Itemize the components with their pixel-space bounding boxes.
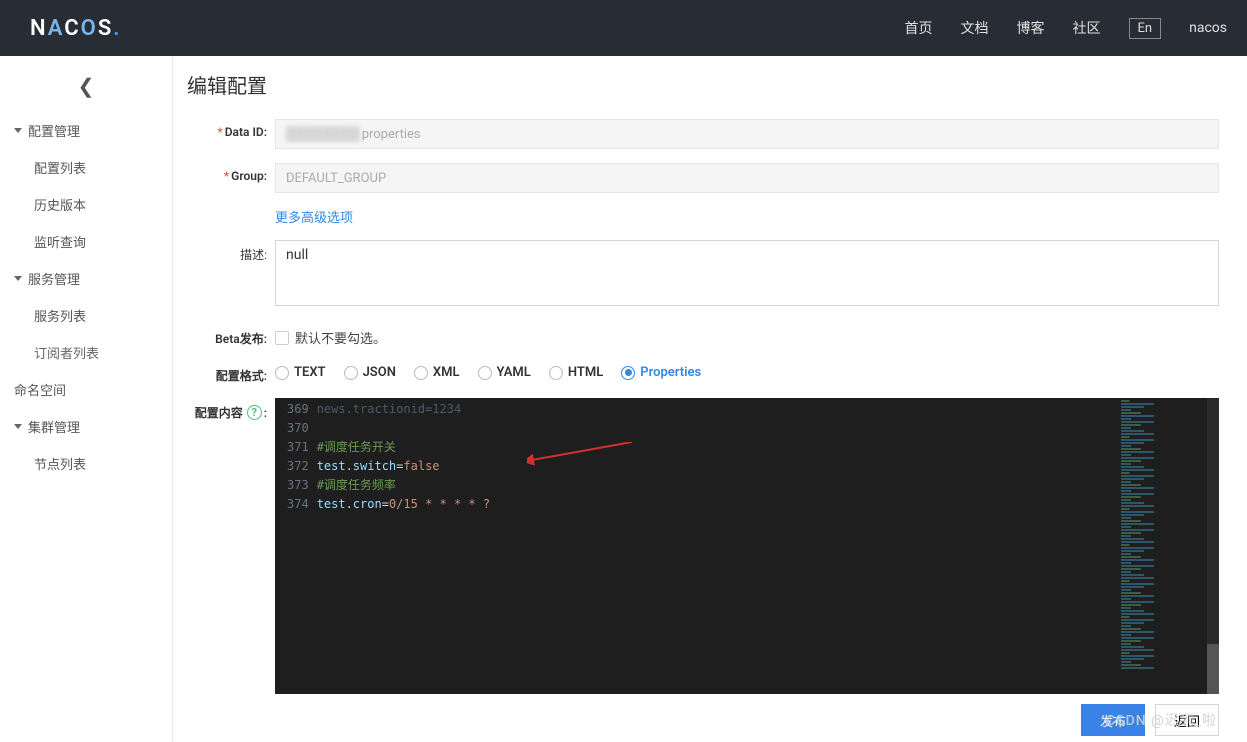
scrollbar-thumb[interactable] <box>1207 644 1219 694</box>
footer-buttons: 发布 返回 <box>1081 704 1219 736</box>
user-label[interactable]: nacos <box>1189 20 1227 36</box>
format-yaml[interactable]: YAML <box>478 365 531 380</box>
format-label: 配置格式: <box>187 361 267 384</box>
page-title: 编辑配置 <box>187 70 1219 99</box>
sidebar-group-config[interactable]: 配置管理 <box>0 112 172 149</box>
group-input: DEFAULT_GROUP <box>275 163 1219 193</box>
data-id-label: *Data ID: <box>187 119 267 139</box>
help-icon[interactable]: ? <box>247 405 262 420</box>
main-content: 编辑配置 *Data ID: ████████properties *Group… <box>173 56 1247 742</box>
editor-gutter: 369370371372373374 <box>275 398 317 694</box>
sidebar-item-nodes[interactable]: 节点列表 <box>0 445 172 482</box>
desc-label: 描述: <box>187 240 267 263</box>
sidebar-collapse[interactable]: ❮ <box>0 64 172 112</box>
sidebar-item-listen[interactable]: 监听查询 <box>0 223 172 260</box>
format-html[interactable]: HTML <box>549 365 603 380</box>
more-options-link[interactable]: 更多高级选项 <box>275 211 353 226</box>
editor-minimap[interactable] <box>1117 398 1207 694</box>
group-label: *Group: <box>187 163 267 183</box>
code-editor[interactable]: 369370371372373374 news.tractionid=1234 … <box>275 398 1219 694</box>
nav-docs[interactable]: 文档 <box>961 18 989 38</box>
header-nav: 首页 文档 博客 社区 En nacos <box>905 18 1227 39</box>
format-text[interactable]: TEXT <box>275 365 326 380</box>
sidebar-item-history[interactable]: 历史版本 <box>0 186 172 223</box>
nav-blog[interactable]: 博客 <box>1017 18 1045 38</box>
back-button[interactable]: 返回 <box>1155 704 1219 736</box>
sidebar-item-config-list[interactable]: 配置列表 <box>0 149 172 186</box>
data-id-input: ████████properties <box>275 119 1219 149</box>
caret-down-icon <box>14 128 22 133</box>
format-xml[interactable]: XML <box>414 365 460 380</box>
publish-button[interactable]: 发布 <box>1081 704 1145 736</box>
caret-down-icon <box>14 276 22 281</box>
beta-hint: 默认不要勾选。 <box>295 328 386 347</box>
sidebar: ❮ 配置管理 配置列表 历史版本 监听查询 服务管理 服务列表 订阅者列表 命名… <box>0 56 173 742</box>
beta-checkbox[interactable] <box>275 331 289 345</box>
format-json[interactable]: JSON <box>344 365 396 380</box>
sidebar-group-service[interactable]: 服务管理 <box>0 260 172 297</box>
lang-switch[interactable]: En <box>1129 18 1162 39</box>
logo: NACOS. <box>30 16 122 41</box>
editor-code[interactable]: news.tractionid=1234 #调度任务开关test.switch=… <box>317 398 1219 694</box>
sidebar-group-cluster[interactable]: 集群管理 <box>0 408 172 445</box>
editor-scrollbar[interactable] <box>1207 398 1219 694</box>
nav-home[interactable]: 首页 <box>905 18 933 38</box>
format-radio-group: TEXT JSON XML YAML HTML Properties <box>275 361 1219 380</box>
format-properties[interactable]: Properties <box>621 365 701 380</box>
top-header: NACOS. 首页 文档 博客 社区 En nacos <box>0 0 1247 56</box>
caret-down-icon <box>14 424 22 429</box>
content-label: 配置内容?: <box>187 398 267 421</box>
description-textarea[interactable] <box>275 240 1219 306</box>
sidebar-item-service-list[interactable]: 服务列表 <box>0 297 172 334</box>
sidebar-item-subscribers[interactable]: 订阅者列表 <box>0 334 172 371</box>
nav-community[interactable]: 社区 <box>1073 18 1101 38</box>
sidebar-item-namespace[interactable]: 命名空间 <box>0 371 172 408</box>
beta-label: Beta发布: <box>187 324 267 347</box>
